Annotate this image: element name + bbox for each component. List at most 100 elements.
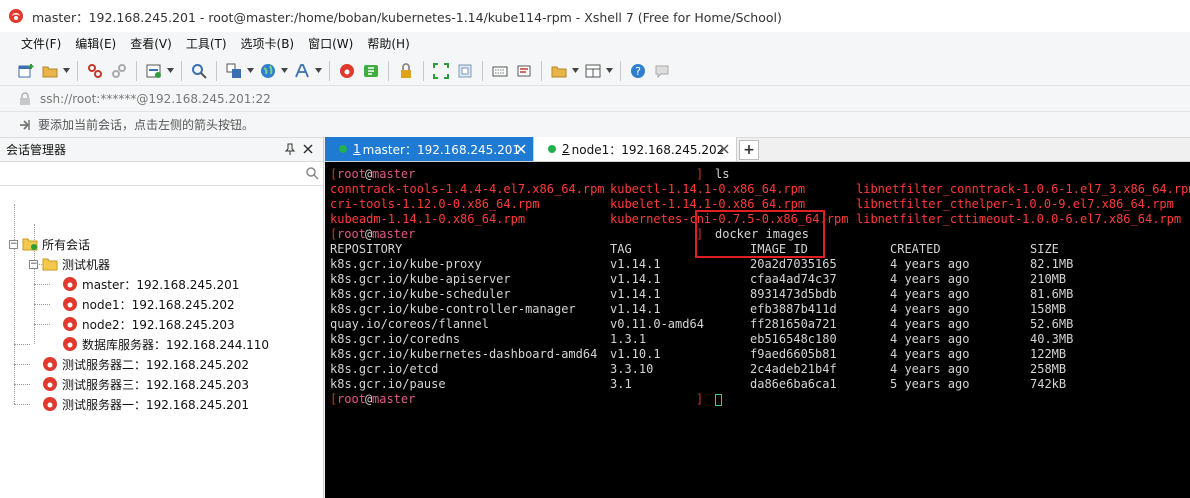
terminal-line: [ root @ master ] (330, 392, 1190, 407)
menu-help[interactable]: 帮助(H) (360, 33, 416, 55)
new-session-icon[interactable] (17, 62, 35, 80)
menu-tabs[interactable]: 选项卡(B) (234, 33, 302, 55)
tab-number: 2 (562, 142, 570, 156)
xshell-icon[interactable] (338, 62, 356, 80)
address-text[interactable]: ssh://root:******@192.168.245.201:22 (40, 92, 271, 106)
table-row: k8s.gcr.io/pause 3.1 da86e6ba6ca1 5 year… (330, 377, 1190, 392)
tab-master[interactable]: 1 master：192.168.245.201 (325, 137, 534, 161)
open-dropdown-icon[interactable] (62, 62, 70, 80)
add-tab-button[interactable]: + (739, 139, 759, 160)
menu-tools[interactable]: 工具(T) (179, 33, 234, 55)
reconnect-icon[interactable] (110, 62, 128, 80)
highlight-annotation-box (695, 210, 825, 258)
keyboard-icon[interactable] (491, 62, 509, 80)
globe-icon[interactable] (259, 62, 277, 80)
collapse-toggle[interactable]: − (29, 260, 38, 269)
session-item-label: 测试服务器二：192.168.245.202 (62, 357, 250, 372)
find-icon[interactable] (190, 62, 208, 80)
session-item[interactable]: master：192.168.245.201 (62, 274, 239, 294)
folder-dropdown-icon[interactable] (571, 62, 579, 80)
tab-close-icon[interactable] (515, 143, 527, 155)
tree-line (34, 284, 50, 285)
rpm-file: libnetfilter_cttimeout-1.0.0-6.el7.x86_6… (856, 212, 1182, 226)
transparent-icon[interactable] (456, 62, 474, 80)
prompt-host: master (372, 167, 416, 181)
tree-line (14, 404, 30, 405)
address-bar[interactable]: ssh://root:******@192.168.245.201:22 (0, 86, 1190, 112)
table-row: k8s.gcr.io/kube-apiserver v1.14.1 cfaa4a… (330, 272, 1190, 287)
tree-line (34, 324, 50, 325)
add-session-arrow-icon[interactable] (18, 118, 32, 132)
session-item-label: 测试服务器三：192.168.245.203 (62, 377, 250, 392)
layout-dropdown-icon[interactable] (605, 62, 613, 80)
collapse-toggle[interactable]: − (9, 240, 18, 249)
terminal-cursor (715, 392, 722, 407)
session-tabs: 1 master：192.168.245.201 2 node1：192.168… (325, 137, 1190, 162)
pin-icon[interactable] (283, 142, 297, 156)
session-search-input[interactable] (0, 162, 323, 185)
terminal[interactable]: [ root @ master ] ls conntrack-tools-1.4… (325, 162, 1190, 498)
session-item[interactable]: node2：192.168.245.203 (62, 314, 235, 334)
transfer-icon[interactable] (225, 62, 243, 80)
table-cell: 40.3MB (1030, 332, 1074, 346)
session-item-label: 测试服务器一：192.168.245.201 (62, 397, 250, 412)
globe-dropdown-icon[interactable] (280, 62, 288, 80)
xftp-icon[interactable] (362, 62, 380, 80)
chat-icon[interactable] (653, 62, 671, 80)
tab-close-icon[interactable] (718, 143, 730, 155)
lock-icon[interactable] (397, 62, 415, 80)
table-cell: 20a2d7035165 (750, 257, 837, 271)
fullscreen-icon[interactable] (432, 62, 450, 80)
terminal-line: [ root @ master ] ls (330, 167, 1190, 182)
table-cell: v1.14.1 (610, 272, 661, 286)
toolbar-separator (136, 60, 137, 81)
font-dropdown-icon[interactable] (314, 62, 322, 80)
folder-add-icon[interactable] (550, 62, 568, 80)
tree-folder-test-machines[interactable]: 测试机器 (42, 254, 110, 274)
prompt-host: master (372, 227, 416, 241)
session-item[interactable]: 测试服务器三：192.168.245.203 (42, 374, 249, 394)
table-cell: 4 years ago (890, 347, 970, 361)
menu-window[interactable]: 窗口(W) (301, 33, 360, 55)
window-title: master：192.168.245.201 - root@master:/ho… (32, 9, 782, 25)
tab-node1[interactable]: 2 node1：192.168.245.202 (534, 137, 737, 161)
xshell-session-icon (63, 297, 77, 311)
menu-file[interactable]: 文件(F) (14, 33, 68, 55)
table-cell: eb516548c180 (750, 332, 837, 346)
search-icon[interactable] (305, 166, 319, 180)
properties-dropdown-icon[interactable] (166, 62, 174, 80)
hint-text: 要添加当前会话，点击左侧的箭头按钮。 (38, 118, 255, 132)
svg-text:?: ? (635, 65, 641, 78)
compose-icon[interactable] (515, 62, 533, 80)
toolbar-separator (77, 60, 78, 81)
table-cell: 4 years ago (890, 272, 970, 286)
session-search (0, 162, 323, 186)
menu-edit[interactable]: 编辑(E) (68, 33, 123, 55)
prompt-bracket: ] (696, 167, 704, 181)
tree-line (14, 364, 30, 365)
close-icon[interactable] (301, 142, 315, 156)
table-row: k8s.gcr.io/coredns 1.3.1 eb516548c180 4 … (330, 332, 1190, 347)
properties-icon[interactable] (145, 62, 163, 80)
column-header: REPOSITORY (330, 242, 403, 256)
table-cell: v1.14.1 (610, 302, 661, 316)
table-cell: v0.11.0-amd64 (610, 317, 704, 331)
font-icon[interactable] (293, 62, 311, 80)
transfer-dropdown-icon[interactable] (246, 62, 254, 80)
menu-view[interactable]: 查看(V) (123, 33, 179, 55)
table-cell: k8s.gcr.io/pause (330, 377, 446, 391)
disconnect-icon[interactable] (86, 62, 104, 80)
connected-status-icon (548, 145, 556, 153)
session-item[interactable]: 数据库服务器：192.168.244.110 (62, 334, 269, 354)
table-row: k8s.gcr.io/etcd 3.3.10 2c4adeb21b4f 4 ye… (330, 362, 1190, 377)
session-item[interactable]: 测试服务器二：192.168.245.202 (42, 354, 249, 374)
session-item[interactable]: 测试服务器一：192.168.245.201 (42, 394, 249, 414)
table-cell: 82.1MB (1030, 257, 1074, 271)
layout-icon[interactable] (584, 62, 602, 80)
tree-line (14, 204, 15, 404)
session-item[interactable]: node1：192.168.245.202 (62, 294, 235, 314)
help-icon[interactable]: ? (629, 62, 647, 80)
hint-bar: 要添加当前会话，点击左侧的箭头按钮。 (0, 112, 1190, 138)
tree-root-all-sessions[interactable]: 所有会话 (22, 234, 90, 254)
open-folder-icon[interactable] (41, 62, 59, 80)
